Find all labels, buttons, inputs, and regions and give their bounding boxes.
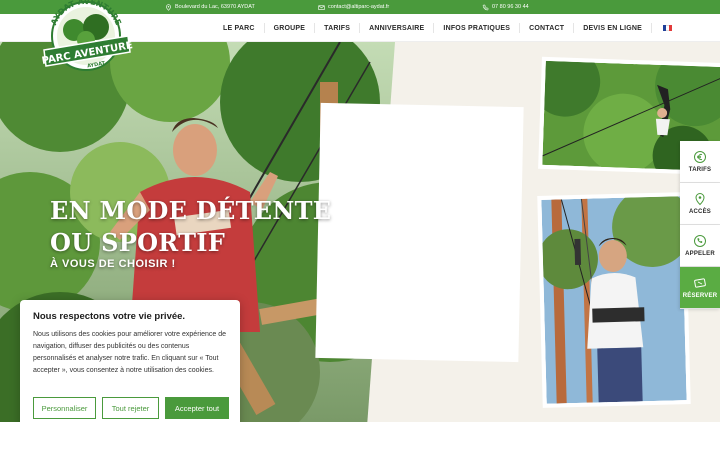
hero-title: EN MODE DÉTENTE OU SPORTIF — [50, 195, 331, 259]
ticket-icon — [694, 278, 706, 288]
phone-icon — [482, 4, 489, 10]
phone-circle-icon — [694, 235, 706, 247]
nav-infos-pratiques[interactable]: INFOS PRATIQUES — [433, 23, 519, 33]
cookie-reject-button[interactable]: Tout rejeter — [102, 397, 159, 419]
euro-icon — [694, 151, 706, 163]
cookie-actions: Personnaliser Tout rejeter Accepter tout — [33, 397, 229, 419]
side-reserver-label: RÉSERVER — [682, 293, 718, 299]
hero-subtitle: À VOUS DE CHOISIR ! — [50, 258, 176, 270]
email-info[interactable]: contact@altiparc-aydat.fr — [318, 0, 389, 14]
page: Boulevard du Lac, 63970 AYDAT contact@al… — [0, 0, 720, 450]
nav-tarifs[interactable]: TARIFS — [314, 23, 359, 33]
side-appeler-label: APPELER — [685, 251, 715, 257]
site-logo[interactable]: AYDAT AVENTURE PARC AVENTURE AYDAT — [36, 0, 136, 78]
cookie-customize-button[interactable]: Personnaliser — [33, 397, 96, 419]
nav-groupe[interactable]: GROUPE — [263, 23, 315, 33]
cookie-title: Nous respectons votre vie privée. — [33, 311, 186, 322]
side-tarifs-label: TARIFS — [688, 167, 712, 173]
language-switcher[interactable] — [651, 23, 681, 33]
mail-icon — [318, 4, 325, 10]
nav-anniversaire[interactable]: ANNIVERSAIRE — [359, 23, 433, 33]
main-menu: LE PARC GROUPE TARIFS ANNIVERSAIRE INFOS… — [214, 14, 681, 42]
phone-info[interactable]: 07 80 96 30 44 — [482, 0, 529, 14]
nav-devis-en-ligne[interactable]: DEVIS EN LIGNE — [573, 23, 651, 33]
cookie-consent-banner: Nous respectons votre vie privée. Nous u… — [20, 300, 240, 429]
nav-contact[interactable]: CONTACT — [519, 23, 573, 33]
map-pin-icon — [695, 192, 705, 206]
hero-title-line-1: EN MODE DÉTENTE — [50, 196, 332, 225]
email-text: contact@altiparc-aydat.fr — [328, 4, 390, 10]
side-acces-button[interactable]: ACCÈS — [680, 183, 720, 225]
below-hero-area — [0, 422, 720, 450]
center-white-panel — [315, 102, 524, 363]
hero-title-line-2: OU SPORTIF — [50, 228, 226, 257]
cookie-text: Nous utilisons des cookies pour améliore… — [33, 331, 226, 374]
side-acces-label: ACCÈS — [688, 209, 711, 215]
side-reserver-button[interactable]: RÉSERVER — [680, 267, 720, 309]
boy-climbing-photo — [541, 196, 687, 404]
side-appeler-button[interactable]: APPELER — [680, 225, 720, 267]
address-text: Boulevard du Lac, 63970 AYDAT — [175, 4, 255, 10]
side-quick-actions: TARIFS ACCÈS APPELER RÉSERVER — [680, 141, 720, 309]
side-tarifs-button[interactable]: TARIFS — [680, 141, 720, 183]
photo-frame-boy-climbing — [537, 192, 691, 408]
french-flag-icon — [663, 25, 672, 31]
nav-le-parc[interactable]: LE PARC — [214, 23, 264, 33]
cookie-accept-button[interactable]: Accepter tout — [165, 397, 229, 419]
address-info[interactable]: Boulevard du Lac, 63970 AYDAT — [165, 0, 255, 14]
location-pin-icon — [166, 3, 171, 11]
phone-text: 07 80 96 30 44 — [492, 4, 529, 10]
